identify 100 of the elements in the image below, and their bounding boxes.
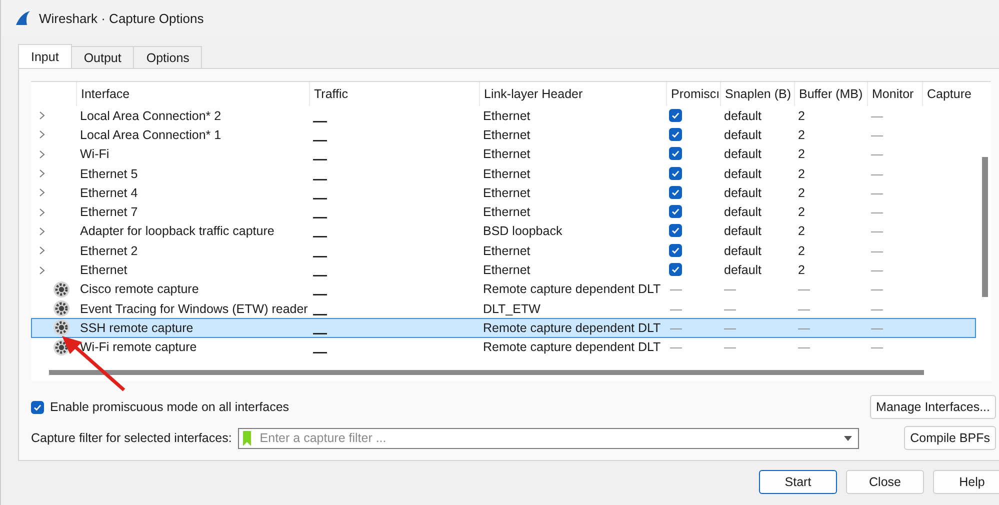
monitor-value: — (870, 166, 884, 181)
interface-row[interactable]: Ethernet 2 Ethernet default 2 — (31, 241, 976, 260)
buffer-value: 2 (797, 224, 806, 238)
promiscuous-checkbox[interactable] (669, 263, 682, 276)
column-header[interactable]: Interface (76, 82, 309, 106)
snaplen-value: — (723, 340, 737, 354)
interface-row[interactable]: Ethernet 5 Ethernet default 2 — (31, 164, 976, 184)
buffer-value: — (797, 282, 811, 296)
interface-row[interactable]: Event Tracing for Windows (ETW) reader DLT_ETW — — — — (31, 298, 976, 318)
horizontal-scrollbar[interactable] (49, 370, 924, 375)
column-header[interactable]: Snaplen (B) (720, 82, 794, 106)
link-layer-header: BSD loopback (482, 224, 564, 238)
interface-name: Cisco remote capture (79, 282, 200, 296)
check-icon (671, 149, 680, 158)
link-layer-header: Ethernet (482, 186, 532, 200)
snaplen-value: default (723, 244, 763, 258)
buffer-value: — (797, 320, 811, 335)
gear-icon (53, 300, 70, 318)
buffer-value: 2 (797, 108, 806, 123)
window-title: Wireshark · Capture Options (39, 10, 204, 26)
snaplen-value: — (723, 282, 737, 296)
monitor-value: — (870, 263, 884, 278)
promiscuous-checkbox[interactable] (669, 186, 682, 199)
interface-name: Event Tracing for Windows (ETW) reader (79, 302, 309, 316)
snaplen-value: default (723, 224, 763, 238)
filter-label: Capture filter for selected interfaces: (31, 431, 232, 445)
promiscuous-checkbox[interactable] (669, 205, 682, 218)
link-layer-header: Remote capture dependent DLT (482, 320, 662, 335)
interface-name: Wi-Fi (79, 147, 110, 162)
interface-row[interactable]: Cisco remote capture Remote capture dependent DLT — — — — (31, 280, 976, 299)
snaplen-value: default (723, 263, 763, 278)
dialog-button[interactable]: Help (933, 470, 999, 494)
interface-row[interactable]: Adapter for loopback traffic capture BSD loopback default 2 — (31, 222, 976, 242)
bookmark-icon (242, 430, 252, 446)
interface-row[interactable]: SSH remote capture Remote capture dependent DLT — — — — (31, 318, 976, 338)
compile-bpfs-button[interactable]: Compile BPFs (904, 426, 996, 450)
interface-row[interactable]: Local Area Connection* 1 Ethernet default 2 — (31, 125, 976, 145)
interface-name: Wi-Fi remote capture (79, 340, 198, 354)
buffer-value: 2 (797, 205, 806, 220)
interface-name: SSH remote capture (79, 320, 194, 335)
interface-name: Adapter for loopback traffic capture (79, 224, 276, 238)
promiscuous-checkbox[interactable] (669, 108, 682, 122)
buffer-value: 2 (797, 128, 806, 142)
chevron-right-icon[interactable] (39, 246, 45, 256)
promiscuous-value: — (669, 320, 683, 335)
column-header[interactable]: Traffic (309, 82, 479, 106)
link-layer-header: Ethernet (482, 205, 532, 220)
check-icon (33, 402, 42, 412)
promiscuous-checkbox[interactable] (669, 128, 682, 141)
interface-row[interactable]: Ethernet 7 Ethernet default 2 — (31, 202, 976, 222)
column-header[interactable]: Promiscı (666, 82, 720, 106)
chevron-right-icon[interactable] (39, 150, 45, 159)
column-header[interactable]: Buffer (MB) (794, 82, 867, 106)
tab[interactable]: Options (133, 46, 202, 68)
interface-row[interactable]: Wi-Fi Ethernet default 2 — (31, 144, 976, 164)
dialog-button[interactable]: Start (759, 470, 837, 494)
interface-name: Ethernet 7 (79, 205, 139, 220)
snaplen-value: default (723, 108, 763, 123)
monitor-value: — (870, 147, 884, 162)
promiscuous-checkbox[interactable] (31, 400, 44, 414)
tab[interactable]: Output (70, 46, 134, 68)
interface-name: Local Area Connection* 2 (79, 108, 222, 123)
monitor-value: — (870, 340, 884, 354)
tab[interactable]: Input (18, 44, 72, 68)
dropdown-caret-icon[interactable] (844, 436, 852, 440)
chevron-right-icon[interactable] (39, 266, 45, 275)
interface-row[interactable]: Ethernet 4 Ethernet default 2 — (31, 183, 976, 202)
promiscuous-checkbox[interactable] (669, 166, 682, 180)
monitor-value: — (870, 186, 884, 200)
capture-filter-input[interactable]: Enter a capture filter ... (258, 430, 838, 446)
column-header[interactable]: Capture (922, 82, 976, 106)
buffer-value: 2 (797, 186, 806, 200)
interface-row[interactable]: Ethernet Ethernet default 2 — (31, 260, 976, 280)
monitor-value: — (870, 320, 884, 335)
capture-filter-field[interactable]: Enter a capture filter ... (238, 428, 859, 448)
promiscuous-checkbox[interactable] (669, 147, 682, 160)
dialog-button[interactable]: Close (846, 470, 924, 494)
manage-interfaces-button[interactable]: Manage Interfaces... (870, 395, 996, 419)
column-header[interactable]: Monitor (867, 82, 922, 106)
link-layer-header: Ethernet (482, 263, 532, 278)
monitor-value: — (870, 282, 884, 296)
promiscuous-checkbox[interactable] (669, 224, 682, 238)
buffer-value: — (797, 302, 811, 316)
monitor-value: — (870, 128, 884, 142)
fin-logo-icon (15, 10, 31, 26)
link-layer-header: DLT_ETW (482, 302, 542, 316)
monitor-value: — (870, 244, 884, 258)
vertical-scrollbar[interactable] (982, 157, 988, 297)
link-layer-header: Ethernet (482, 147, 532, 162)
interface-row[interactable]: Local Area Connection* 2 Ethernet default 2 — (31, 106, 976, 126)
monitor-value: — (870, 108, 884, 123)
buffer-value: 2 (797, 244, 806, 258)
link-layer-header: Ethernet (482, 244, 532, 258)
column-header[interactable]: Link-layer Header (479, 82, 666, 106)
link-layer-header: Ethernet (482, 128, 532, 142)
promiscuous-checkbox[interactable] (669, 244, 682, 257)
monitor-value: — (870, 302, 884, 316)
check-icon (671, 246, 680, 255)
snaplen-value: default (723, 128, 763, 142)
buffer-value: 2 (797, 147, 806, 162)
